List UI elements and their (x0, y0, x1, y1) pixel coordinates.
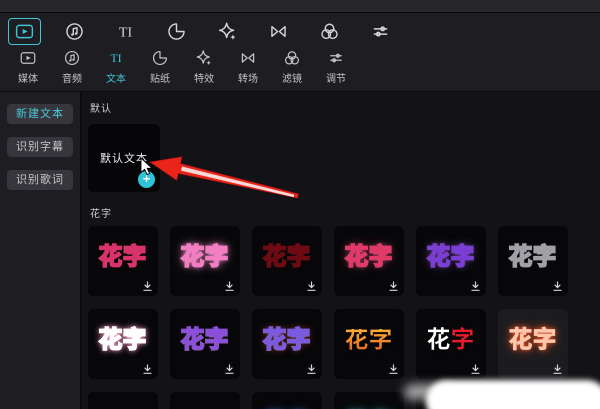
toolbar-tab-label: 转场 (238, 70, 258, 85)
toolbar-tab-label: 文本 (106, 70, 126, 85)
fancy-text-card[interactable]: 花字 (498, 309, 568, 379)
fancy-text-card[interactable]: 花字 (416, 392, 486, 409)
toolbar-tab-audio[interactable]: 音频 (50, 49, 94, 85)
fancy-text-preview: 花字 (345, 329, 393, 360)
svg-text:TI: TI (118, 25, 132, 40)
download-icon[interactable] (306, 364, 317, 375)
fancy-text-card[interactable]: 花字 (334, 226, 404, 296)
toolbar-tab-label: 滤镜 (282, 70, 302, 85)
fancy-text-card[interactable]: 花字 (498, 226, 568, 296)
fancy-text-card[interactable]: 花字 (170, 226, 240, 296)
default-text-card-title: 默认文本 (100, 150, 148, 166)
download-icon[interactable] (306, 281, 317, 292)
toolbar-large-audio-icon[interactable] (63, 21, 85, 42)
download-icon[interactable] (224, 364, 235, 375)
toolbar-large-row: TI (0, 17, 600, 45)
download-icon[interactable] (552, 281, 563, 292)
audio-icon (63, 49, 81, 67)
sidebar: 新建文本识别字幕识别歌词 (0, 92, 80, 409)
fancy-text-preview: 花字 (263, 246, 311, 277)
fancy-text-preview: 花字 (181, 329, 229, 360)
toolbar-tab-label: 媒体 (18, 70, 38, 85)
toolbar-large-sticker-icon[interactable] (165, 21, 187, 42)
default-text-card[interactable]: 默认文本 + (88, 124, 160, 192)
sidebar-button-识别歌词[interactable]: 识别歌词 (7, 170, 73, 190)
toolbar-tab-effects[interactable]: 特效 (182, 49, 226, 85)
fancy-text-preview: 花字 (509, 329, 557, 360)
fancy-text-preview: 花字 (345, 246, 393, 277)
fancy-text-preview: 花字 (427, 329, 475, 360)
adjust-icon (327, 49, 345, 67)
sticker-icon (151, 49, 169, 67)
fancy-text-preview: 花字 (263, 329, 311, 360)
media-icon (19, 49, 37, 67)
toolbar-tab-label: 音频 (62, 70, 82, 85)
toolbar-large-adjust-icon[interactable] (369, 21, 391, 42)
toolbar-tab-label: 贴纸 (150, 70, 170, 85)
download-icon[interactable] (470, 281, 481, 292)
toolbar-tab-label: 特效 (194, 70, 214, 85)
download-icon[interactable] (552, 364, 563, 375)
download-icon[interactable] (388, 364, 399, 375)
toolbar-tab-transition[interactable]: 转场 (226, 49, 270, 85)
transition-icon (239, 49, 257, 67)
toolbar-large-text-icon[interactable]: TI (114, 21, 136, 42)
sidebar-button-新建文本[interactable]: 新建文本 (7, 104, 73, 124)
filter-icon (283, 49, 301, 67)
toolbar-large-filter-icon[interactable] (318, 21, 340, 42)
toolbar-tab-filter[interactable]: 滤镜 (270, 49, 314, 85)
fancy-text-card[interactable]: 花字 (252, 392, 322, 409)
download-icon[interactable] (142, 364, 153, 375)
fancy-text-preview: 花字 (427, 246, 475, 277)
fancy-text-card[interactable]: 花字 (334, 392, 404, 409)
window-top-strip (0, 0, 600, 13)
fancy-text-card[interactable]: 花字 (416, 226, 486, 296)
toolbar-tabs-row: 媒体 音频 TI 文本 贴纸 特效 转场 滤镜 调节 (0, 45, 600, 91)
fancy-text-preview: 花字 (99, 246, 147, 277)
download-icon[interactable] (388, 281, 399, 292)
fancy-text-preview: 花字 (509, 246, 557, 277)
toolbar-tab-adjust[interactable]: 调节 (314, 49, 358, 85)
fancy-text-card[interactable]: 花字 (334, 309, 404, 379)
toolbar-large-transition-icon[interactable] (267, 21, 289, 42)
toolbar-large-media-icon[interactable] (8, 18, 41, 45)
fancy-section-label: 花字 (90, 205, 600, 220)
fancy-text-card[interactable]: 花字 (416, 309, 486, 379)
toolbar-tab-sticker[interactable]: 贴纸 (138, 49, 182, 85)
fancy-text-card[interactable]: 花字 (88, 309, 158, 379)
fancy-text-card[interactable]: 花字 (88, 392, 158, 409)
toolbar-zone: TI 媒体 音频 TI 文本 贴纸 特效 转场 滤镜 调节 (0, 13, 600, 92)
toolbar-tab-media[interactable]: 媒体 (6, 49, 50, 85)
toolbar-tab-label: 调节 (326, 70, 346, 85)
fancy-text-preview: 花字 (181, 246, 229, 277)
fancy-text-preview: 花字 (99, 329, 147, 360)
fancy-text-card[interactable]: 花字 (252, 226, 322, 296)
add-default-text-button[interactable]: + (138, 171, 155, 188)
default-section-label: 默认 (90, 100, 600, 115)
fancy-text-card[interactable]: 花字 (252, 309, 322, 379)
effects-icon (195, 49, 213, 67)
toolbar-tab-text[interactable]: TI 文本 (94, 49, 138, 85)
download-icon[interactable] (142, 281, 153, 292)
toolbar-large-effects-icon[interactable] (216, 21, 238, 42)
sidebar-button-识别字幕[interactable]: 识别字幕 (7, 137, 73, 157)
download-icon[interactable] (224, 281, 235, 292)
fancy-text-card[interactable]: 花字 (170, 392, 240, 409)
text-icon: TI (107, 49, 125, 67)
fancy-text-card[interactable]: 花字 (170, 309, 240, 379)
text-panel: 默认 默认文本 + 花字 花字花字花字花字花字花字花字花字花字花字花字花字花字花… (82, 92, 600, 409)
fancy-text-grid: 花字花字花字花字花字花字花字花字花字花字花字花字花字花字花字花字花字 (88, 226, 600, 409)
download-icon[interactable] (470, 364, 481, 375)
svg-text:TI: TI (110, 51, 121, 65)
fancy-text-card[interactable]: 花字 (88, 226, 158, 296)
fancy-text-card[interactable] (498, 392, 568, 409)
